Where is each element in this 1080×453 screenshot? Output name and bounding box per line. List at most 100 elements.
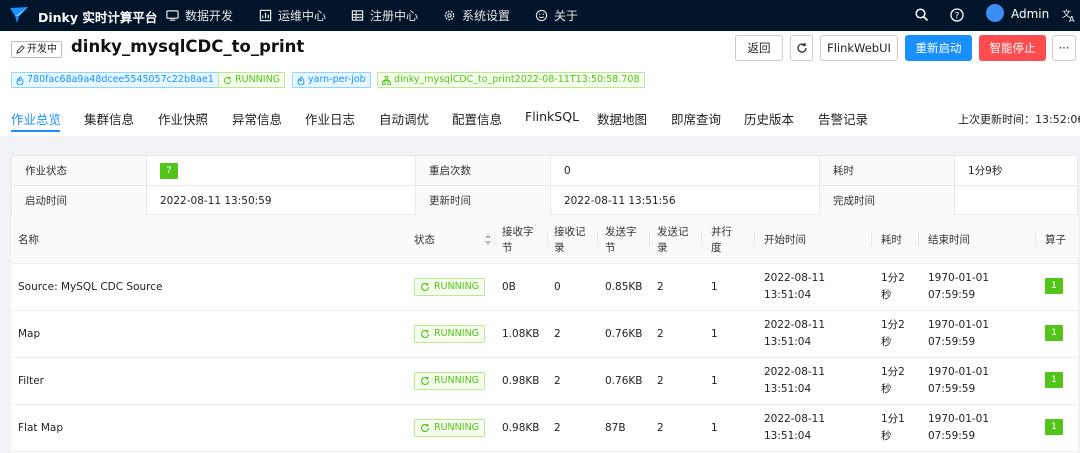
- brand-title: Dinky 实时计算平台: [38, 10, 158, 25]
- type-tag: yarn-per-job: [292, 72, 371, 88]
- sync-icon: [421, 423, 430, 432]
- vertex-name: Source: MySQL CDC Source: [18, 281, 163, 293]
- summary-label: 启动时间: [12, 186, 147, 216]
- end-clock: 07:59:59: [928, 336, 976, 348]
- sync-icon: [421, 376, 430, 385]
- avatar[interactable]: [986, 4, 1004, 22]
- fire-icon: [16, 75, 24, 85]
- nav-item-ops-center[interactable]: 运维中心: [259, 7, 326, 24]
- col-parallelism: 并行度: [711, 224, 732, 256]
- gear-icon: [444, 10, 455, 21]
- duration-line: 1分2: [881, 272, 905, 284]
- help-icon[interactable]: ?: [949, 7, 965, 23]
- active-tab-indicator: [11, 130, 60, 132]
- running-label: RUNNING: [434, 281, 480, 292]
- smart-stop-button[interactable]: 智能停止: [979, 35, 1046, 61]
- nav-item-settings[interactable]: 系统设置: [443, 7, 510, 24]
- running-label: RUNNING: [434, 328, 480, 339]
- start-date: 2022-08-11: [764, 319, 826, 331]
- instance-label: dinky_mysqlCDC_to_print2022-08-11T13:50:…: [394, 74, 640, 85]
- nav-item-about[interactable]: 关于: [535, 7, 578, 24]
- sync-icon: [223, 76, 232, 84]
- summary-value: 7: [147, 156, 416, 186]
- col-header-line: 接收记: [554, 226, 586, 238]
- start-time: 2022-08-11 13:51:04: [764, 364, 825, 398]
- col-separator: [547, 232, 548, 246]
- col-name: 名称: [18, 234, 39, 246]
- end-time: 1970-01-01 07:59:59: [928, 270, 989, 304]
- table-row[interactable]: Map RUNNING 1.08KB 2 0.76KB 2 1 2022-08-…: [11, 311, 1078, 358]
- table-header: 名称 状态 接收字节 接收记录 发送字节 发送记录 并行度 开始时间 耗时 结束…: [11, 215, 1078, 264]
- send-bytes: 0.76KB: [605, 328, 643, 340]
- col-separator: [1035, 232, 1036, 246]
- col-header-line: 录: [657, 242, 668, 254]
- tab-exception[interactable]: 异常信息: [232, 109, 282, 128]
- nav-item-registry[interactable]: 注册中心: [351, 7, 418, 24]
- start-time: 2022-08-11 13:51:04: [764, 270, 825, 304]
- tab-autotune[interactable]: 自动调优: [379, 109, 429, 128]
- state-label: RUNNING: [235, 74, 281, 85]
- cluster-icon: [382, 75, 391, 85]
- dashboard-icon: [259, 9, 272, 22]
- col-header-line: 接收字: [502, 226, 534, 238]
- summary-label: 作业状态: [12, 156, 147, 186]
- job-id-label: 780fac68a9a48dcee5545057c22b8ae1: [27, 74, 214, 85]
- more-button[interactable]: ···: [1052, 35, 1076, 61]
- send-records: 2: [657, 281, 664, 293]
- user-name[interactable]: Admin: [1011, 7, 1049, 21]
- table-row[interactable]: Source: MySQL CDC Source RUNNING 0B 0 0.…: [11, 264, 1078, 311]
- tab-bar: 作业总览 集群信息 作业快照 异常信息 作业日志 自动调优 配置信息 Flink…: [0, 103, 1080, 133]
- nav-item-label: 数据开发: [185, 9, 234, 23]
- running-badge: RUNNING: [414, 325, 486, 343]
- tab-logs[interactable]: 作业日志: [305, 109, 355, 128]
- tab-overview[interactable]: 作业总览: [11, 109, 61, 128]
- summary-label: 更新时间: [416, 186, 551, 216]
- state-tag: RUNNING: [218, 72, 286, 88]
- tab-datamap[interactable]: 数据地图: [597, 109, 647, 128]
- back-button[interactable]: 返回: [735, 35, 783, 61]
- search-icon[interactable]: [914, 7, 930, 23]
- end-date: 1970-01-01: [928, 413, 990, 425]
- edit-icon: [16, 45, 25, 54]
- nav-item-data-dev[interactable]: 数据开发: [166, 7, 233, 24]
- fire-icon: [297, 75, 305, 85]
- recv-bytes: 1.08KB: [502, 328, 540, 340]
- parallelism: 1: [711, 422, 718, 434]
- tab-history[interactable]: 历史版本: [744, 109, 794, 128]
- overview-card: 作业状态 7 重启次数 0 耗时 1分9秒 启动时间 2022-08-11 13…: [11, 155, 1079, 453]
- parallelism: 1: [711, 375, 718, 387]
- table-row[interactable]: Filter RUNNING 0.98KB 2 0.76KB 2 1 2022-…: [11, 358, 1078, 405]
- vertex-name: Filter: [18, 375, 45, 387]
- duration: 1分2 秒: [881, 317, 905, 351]
- tab-adhoc[interactable]: 即席查询: [671, 109, 721, 128]
- filter-icon[interactable]: [484, 234, 492, 245]
- summary-value: 1分9秒: [955, 156, 1079, 186]
- tab-alerts[interactable]: 告警记录: [818, 109, 868, 128]
- recv-bytes: 0.98KB: [502, 422, 540, 434]
- translate-icon[interactable]: 文A: [1061, 7, 1077, 23]
- end-date: 1970-01-01: [928, 366, 990, 378]
- tab-config[interactable]: 配置信息: [452, 109, 502, 128]
- job-state-code: 7: [160, 163, 178, 179]
- recv-records: 2: [554, 422, 561, 434]
- tab-flinksql[interactable]: FlinkSQL: [525, 109, 579, 124]
- refresh-button[interactable]: [790, 35, 813, 61]
- table-row[interactable]: Flat Map RUNNING 0.98KB 2 87B 2 1 2022-0…: [11, 405, 1078, 452]
- duration-line: 1分2: [881, 319, 905, 331]
- col-header-line: 节: [605, 242, 616, 254]
- send-records: 2: [657, 422, 664, 434]
- parallelism: 1: [711, 328, 718, 340]
- summary-value: [955, 186, 1079, 216]
- recv-bytes: 0B: [502, 281, 516, 293]
- start-time: 2022-08-11 13:51:04: [764, 411, 825, 445]
- duration-line: 秒: [881, 289, 892, 301]
- recv-records: 2: [554, 328, 561, 340]
- col-header-line: 发送字: [605, 226, 637, 238]
- col-send-records: 发送记录: [657, 224, 689, 256]
- start-clock: 13:51:04: [764, 383, 812, 395]
- flink-webui-button[interactable]: FlinkWebUI: [820, 35, 898, 61]
- tab-snapshot[interactable]: 作业快照: [158, 109, 208, 128]
- restart-button[interactable]: 重新启动: [905, 35, 972, 61]
- tab-cluster[interactable]: 集群信息: [84, 109, 134, 128]
- operator-count: 1: [1045, 419, 1063, 435]
